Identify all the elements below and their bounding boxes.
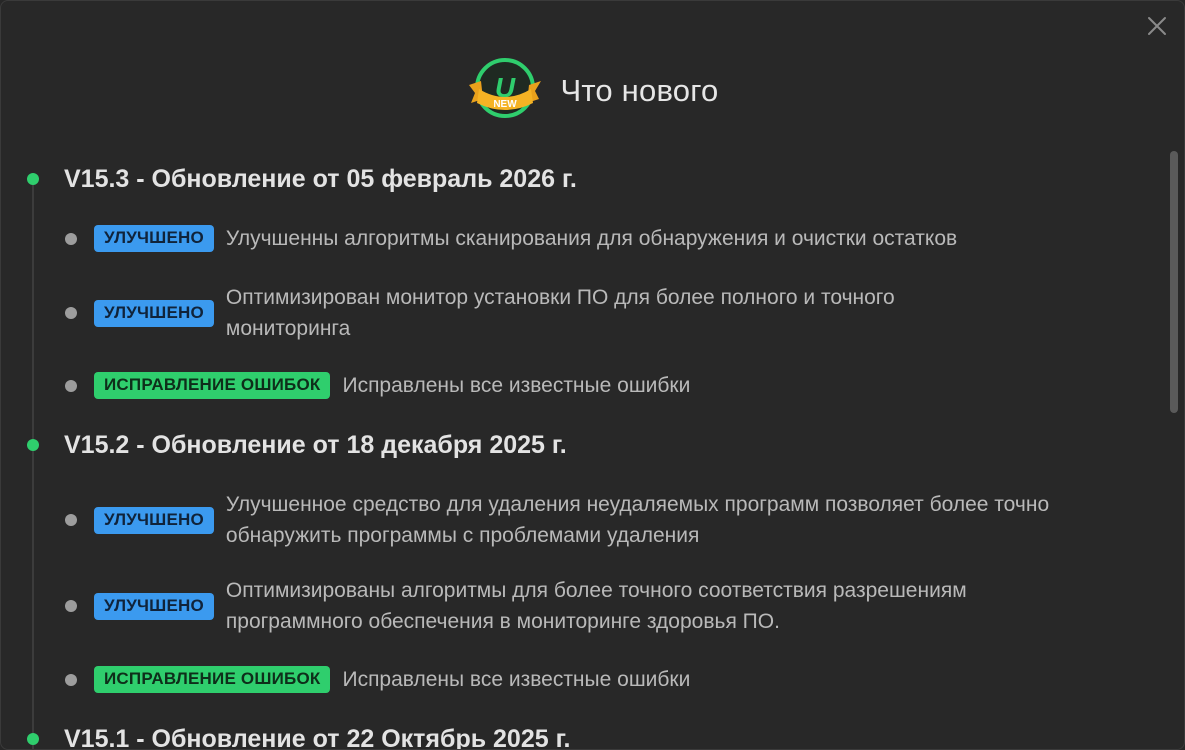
version-dot (27, 733, 39, 745)
version-dot (27, 439, 39, 451)
version-dot (27, 173, 39, 185)
item-text: Улучшенное средство для удаления неудаля… (225, 493, 1050, 547)
bullet-icon (65, 232, 77, 245)
version-title: V15.3 - Обновление от 05 февраль 2026 г. (64, 165, 577, 193)
version-title: V15.1 - Обновление от 22 Октябрь 2025 г. (64, 725, 571, 750)
item-text: Исправлены все известные ошибки (342, 668, 691, 691)
bullet-icon (65, 600, 77, 612)
item-text: Оптимизированы алгоритмы для более точно… (225, 579, 967, 633)
changelog-item: УЛУЧШЕНО Оптимизированы алгоритмы для бо… (65, 575, 1065, 637)
dialog-header: U NEW Что нового (1, 45, 1184, 135)
tag-improved: УЛУЧШЕНО (94, 506, 214, 534)
logo-badge-text: NEW (493, 99, 517, 110)
bullet-icon (65, 307, 77, 319)
changelog-item: УЛУЧШЕНО Оптимизирован монитор установки… (65, 282, 1065, 344)
changelog-item: УЛУЧШЕНО Улучшенное средство для удалени… (65, 489, 1065, 551)
whats-new-dialog: U NEW Что нового V15.3 - Обновление от 0… (0, 0, 1185, 750)
version-title: V15.2 - Обновление от 18 декабря 2025 г. (64, 431, 567, 459)
item-text: Улучшенны алгоритмы сканирования для обн… (225, 227, 958, 250)
close-icon (1148, 17, 1166, 35)
changelog-list[interactable]: V15.3 - Обновление от 05 февраль 2026 г.… (1, 151, 1171, 750)
tag-improved: УЛУЧШЕНО (94, 225, 214, 252)
changelog-item: ИСПРАВЛЕНИЕ ОШИБОК Исправлены все извест… (65, 664, 1065, 695)
changelog-item: УЛУЧШЕНО Улучшенны алгоритмы сканировани… (65, 223, 1065, 254)
tag-bugfix: ИСПРАВЛЕНИЕ ОШИБОК (94, 372, 331, 399)
scrollbar-thumb[interactable] (1170, 151, 1178, 413)
bullet-icon (65, 514, 77, 526)
app-logo-new-icon: U NEW (467, 55, 547, 125)
bullet-icon (65, 673, 77, 686)
close-button[interactable] (1142, 11, 1172, 41)
tag-bugfix: ИСПРАВЛЕНИЕ ОШИБОК (94, 666, 331, 693)
bullet-icon (65, 379, 77, 392)
item-text: Исправлены все известные ошибки (342, 374, 691, 397)
dialog-title: Что нового (560, 73, 719, 108)
changelog-item: ИСПРАВЛЕНИЕ ОШИБОК Исправлены все извест… (65, 370, 1065, 401)
timeline-line (32, 179, 34, 749)
tag-improved: УЛУЧШЕНО (94, 592, 214, 620)
item-text: Оптимизирован монитор установки ПО для б… (225, 286, 895, 340)
tag-improved: УЛУЧШЕНО (94, 299, 214, 327)
